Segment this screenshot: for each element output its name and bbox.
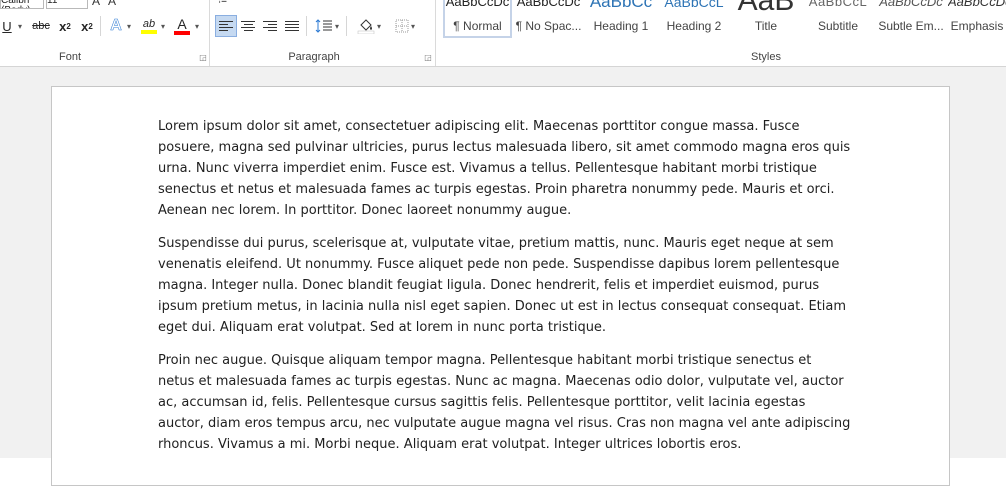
style-no-spacing[interactable]: AaBbCcDc ¶ No Spac...: [513, 0, 584, 38]
text-effects-icon: A: [110, 17, 122, 35]
chevron-down-icon: ▾: [194, 21, 199, 31]
highlight-dropdown[interactable]: ▾: [158, 15, 166, 37]
paragraph-divider: [306, 16, 307, 36]
align-right-icon: [263, 21, 277, 31]
style-name: ¶ No Spac...: [515, 19, 582, 33]
borders-icon: [395, 19, 409, 33]
style-sample: AaBbCcL: [664, 0, 724, 10]
chevron-down-icon: ▾: [376, 21, 381, 31]
style-sample: AaBbCcDc: [879, 0, 943, 9]
style-name: Emphasis: [950, 19, 1004, 33]
style-name: Subtle Em...: [878, 19, 944, 33]
justify-icon: [285, 21, 299, 31]
shading-button[interactable]: ▾: [354, 15, 384, 37]
font-color-dropdown[interactable]: ▾: [192, 15, 200, 37]
style-sample: AaB: [737, 0, 795, 17]
font-color-icon: A: [177, 15, 187, 32]
style-sample: AaBbCcDc: [445, 0, 510, 9]
chevron-down-icon: ▾: [334, 21, 339, 31]
group-separator: [209, 0, 210, 66]
ribbon: Calibri (Body) 11 A A U ▾ abc x2 x2 A ▾ …: [0, 0, 1006, 67]
align-left-icon: [219, 21, 233, 31]
grow-font-icon[interactable]: A: [92, 0, 100, 7]
font-dialog-launcher-icon[interactable]: ◲: [199, 54, 207, 62]
underline-dropdown[interactable]: ▾: [14, 15, 24, 37]
style-heading-2[interactable]: AaBbCcL Heading 2: [658, 0, 730, 38]
style-heading-1[interactable]: AaBbCc Heading 1: [585, 0, 657, 38]
highlight-button[interactable]: ab: [139, 15, 159, 37]
bullets-icon[interactable]: ⁝≡: [218, 0, 227, 6]
style-sample: AaBbCcDc: [516, 0, 581, 9]
chevron-down-icon: ▾: [410, 21, 415, 31]
style-name: Title: [754, 19, 778, 33]
chevron-down-icon: ▾: [126, 21, 131, 31]
align-right-button[interactable]: [260, 15, 280, 37]
line-spacing-icon: [315, 19, 332, 33]
style-emphasis[interactable]: AaBbCcDc Emphasis: [948, 0, 1006, 38]
chevron-down-icon: ▾: [160, 21, 165, 31]
styles-group-label: Styles: [751, 51, 781, 63]
underline-button[interactable]: U: [0, 15, 14, 37]
strikethrough-label: abc: [32, 20, 50, 32]
style-name: Subtitle: [817, 19, 859, 33]
style-name: Heading 2: [666, 19, 722, 33]
align-center-icon: [241, 21, 255, 31]
chevron-down-icon: ▾: [17, 21, 22, 31]
superscript-button[interactable]: x2: [78, 15, 96, 37]
style-sample: AaBbCcL: [808, 0, 868, 9]
align-left-button[interactable]: [215, 15, 237, 37]
text-effects-button[interactable]: A: [107, 15, 125, 37]
style-sample: AaBbCcDc: [948, 0, 1006, 9]
style-title[interactable]: AaB Title: [731, 0, 801, 38]
font-color-button[interactable]: A: [173, 15, 191, 37]
document-area: Lorem ipsum dolor sit amet, consectetuer…: [0, 67, 1006, 486]
paragraph-divider: [346, 16, 347, 36]
style-subtitle[interactable]: AaBbCcL Subtitle: [802, 0, 874, 38]
superscript-mark: 2: [88, 21, 93, 31]
borders-button[interactable]: ▾: [390, 15, 420, 37]
line-spacing-button[interactable]: ▾: [314, 15, 340, 37]
document-body[interactable]: Lorem ipsum dolor sit amet, consectetuer…: [158, 116, 851, 467]
font-divider: [100, 16, 101, 36]
font-group-label: Font: [58, 51, 81, 63]
subscript-button[interactable]: x2: [56, 15, 74, 37]
paragraph[interactable]: Suspendisse dui purus, scelerisque at, v…: [158, 233, 851, 338]
style-name: ¶ Normal: [453, 19, 502, 33]
highlight-color-bar: [141, 29, 157, 34]
strikethrough-button[interactable]: abc: [30, 15, 52, 37]
paragraph[interactable]: Proin nec augue. Quisque aliquam tempor …: [158, 350, 851, 455]
underline-label: U: [2, 18, 12, 34]
justify-button[interactable]: [282, 15, 302, 37]
font-name-box[interactable]: Calibri (Body): [0, 0, 44, 9]
text-effects-dropdown[interactable]: ▾: [124, 15, 132, 37]
subscript-label: x: [59, 18, 67, 34]
align-center-button[interactable]: [238, 15, 258, 37]
paragraph-dialog-launcher-icon[interactable]: ◲: [424, 54, 432, 62]
style-name: Heading 1: [593, 19, 649, 33]
paragraph[interactable]: Lorem ipsum dolor sit amet, consectetuer…: [158, 116, 851, 221]
style-subtle-emphasis[interactable]: AaBbCcDc Subtle Em...: [875, 0, 947, 38]
shrink-font-icon[interactable]: A: [108, 0, 116, 7]
paint-bucket-icon: [357, 19, 375, 34]
paragraph-group-label: Paragraph: [288, 51, 340, 63]
superscript-label: x: [81, 18, 89, 34]
style-normal[interactable]: AaBbCcDc ¶ Normal: [443, 0, 512, 38]
style-sample: AaBbCc: [589, 0, 653, 11]
font-size-box[interactable]: 11: [46, 0, 88, 9]
font-color-bar: [174, 30, 190, 35]
group-separator: [435, 0, 436, 66]
subscript-mark: 2: [66, 21, 71, 31]
document-page[interactable]: Lorem ipsum dolor sit amet, consectetuer…: [51, 86, 950, 486]
highlighter-icon: ab: [142, 17, 156, 30]
